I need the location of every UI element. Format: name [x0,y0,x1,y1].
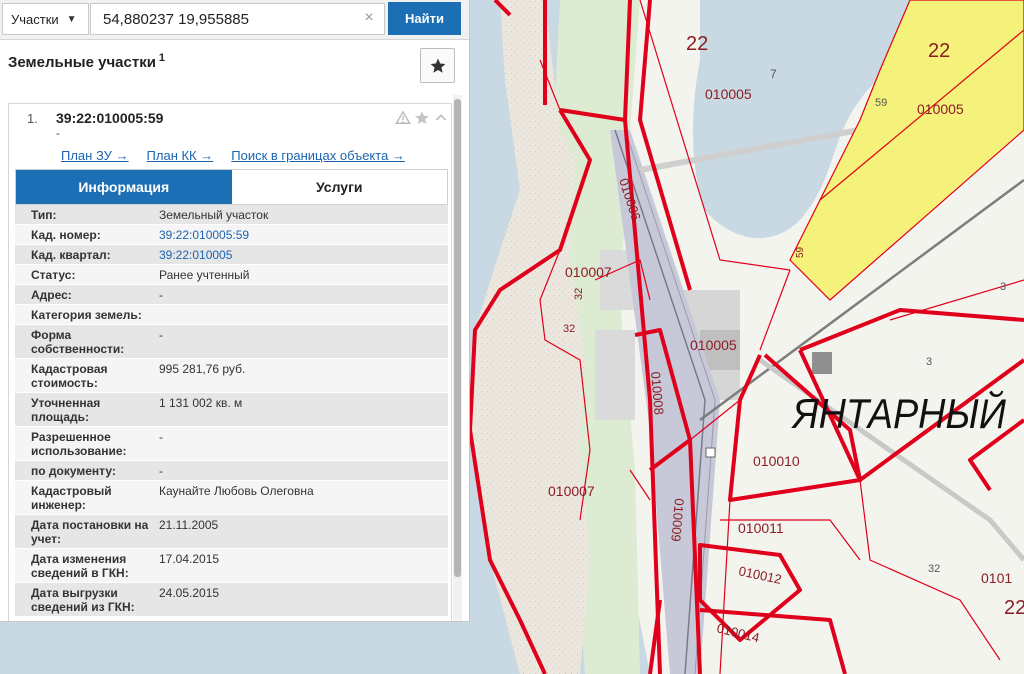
field-value: Земельный участок [159,208,269,222]
results-scrollbar[interactable] [453,95,462,621]
field-value: - [159,464,163,478]
map-label: 3 [926,356,932,368]
plan-zu-link[interactable]: План ЗУ → [61,148,129,163]
table-row: Дата постановки на учет: 21.11.2005 [15,515,448,549]
map-label: 32 [573,288,585,300]
chevron-up-icon[interactable] [433,110,449,126]
tab-services[interactable]: Услуги [231,170,447,204]
field-label: Кад. квартал: [31,248,111,262]
table-row: Дата изменения сведений в ГКН: 17.04.2015 [15,549,448,583]
field-label: Форма собственности: [31,328,125,356]
field-label: Уточненная площадь: [31,396,101,424]
field-label: Статус: [31,268,76,282]
field-label: Дата изменения сведений в ГКН: [31,552,129,580]
field-label: Кадастровый инженер: [31,484,112,512]
field-label: Разрешенное использование: [31,430,127,458]
map-label: 010010 [753,453,800,469]
map-label: 32 [563,323,575,335]
field-label: Дата постановки на учет: [31,518,149,546]
field-value: 17.04.2015 [159,552,220,566]
warning-icon[interactable] [395,110,411,126]
field-value: 24.05.2015 [159,586,220,600]
map-label: 7 [770,67,777,81]
field-label: Кадастровая стоимость: [31,362,108,390]
result-index: 1. [27,111,38,126]
field-value: - [159,328,163,342]
section-title-text: Земельные участки [8,54,156,71]
search-bar: Участки ▼ × Найти [0,0,469,40]
table-row: по документу: - [15,461,448,481]
search-panel: Участки ▼ × Найти Земельные участки1 1. … [0,0,470,622]
map-label: 010007 [565,264,612,280]
chevron-down-icon: ▼ [66,13,77,25]
map-label: 22 [1004,597,1024,619]
map-label: 010005 [917,101,964,117]
table-row: Тип: Земельный участок [15,205,448,225]
info-table: Тип: Земельный участок Кад. номер: 39:22:0… [15,205,448,617]
result-count: 1 [158,52,166,64]
table-row: Кадастровый инженер: Каунайте Любовь Олег… [15,481,448,515]
field-value: 1 131 002 кв. м [159,396,243,410]
map-label: 010007 [548,483,595,499]
field-label: Кад. номер: [31,228,101,242]
table-row: Форма собственности: - [15,325,448,359]
table-row: Кад. квартал: 39:22:010005 [15,245,448,265]
field-value-link[interactable]: 39:22:010005 [157,245,448,264]
clear-icon[interactable]: × [359,7,379,29]
results-list: 1. 39:22:010005:59 - План ЗУ → План КК →… [8,95,462,621]
map-label: 0101 [981,570,1012,586]
field-label: по документу: [31,464,116,478]
plan-kk-link[interactable]: План КК → [147,148,214,163]
table-row: Адрес: - [15,285,448,305]
map-label: 59 [875,97,887,109]
field-label: Адрес: [31,288,72,302]
search-input[interactable] [90,3,385,35]
map-label: 32 [928,563,940,575]
field-value: - [159,288,163,302]
map-label: 010005 [705,86,752,102]
result-card: 1. 39:22:010005:59 - План ЗУ → План КК →… [8,103,452,621]
favorites-button[interactable] [420,48,455,83]
table-row: Дата выгрузки сведений из ГКН: 24.05.2015 [15,583,448,617]
field-value: 995 281,76 руб. [159,362,246,376]
tab-information[interactable]: Информация [16,170,232,204]
field-label: Категория земель: [31,308,142,322]
map-label: 010011 [738,520,784,536]
result-cadastral-number[interactable]: 39:22:010005:59 [56,110,163,126]
table-row: Кад. номер: 39:22:010005:59 [15,225,448,245]
field-value: Каунайте Любовь Олеговна [159,484,314,498]
result-actions [395,110,449,126]
map-label: 22 [686,33,708,55]
table-row: Разрешенное использование: - [15,427,448,461]
section-title: Земельные участки 1 [8,52,165,71]
search-within-bounds-link[interactable]: Поиск в границах объекта → [231,148,405,163]
star-icon [430,58,445,73]
result-subtitle: - [56,128,60,140]
field-label: Дата выгрузки сведений из ГКН: [31,586,135,614]
search-type-select[interactable]: Участки ▼ [2,3,89,35]
field-value: 21.11.2005 [159,518,219,532]
table-row: Кадастровая стоимость: 995 281,76 руб. [15,359,448,393]
table-row: Категория земель: [15,305,448,325]
field-value-link[interactable]: 39:22:010005:59 [157,225,448,244]
result-links: План ЗУ → План КК → Поиск в границах объ… [61,148,405,163]
map-label: 22 [928,40,950,62]
table-row: Уточненная площадь: 1 131 002 кв. м [15,393,448,427]
map-label: 3 [1000,281,1006,293]
table-row: Статус: Ранее учтенный [15,265,448,285]
scrollbar-thumb[interactable] [454,99,461,577]
map-label: 59 [795,246,806,258]
map-label: 010005 [690,337,737,353]
find-button[interactable]: Найти [388,2,461,35]
result-tabs: Информация Услуги [15,169,448,205]
search-type-label: Участки [11,11,59,27]
field-value [157,305,448,324]
place-name: ЯНТАРНЫЙ [791,389,1006,437]
field-label: Тип: [31,208,57,222]
field-value: Ранее учтенный [159,268,250,282]
star-icon[interactable] [414,110,430,126]
field-value: - [159,430,163,444]
